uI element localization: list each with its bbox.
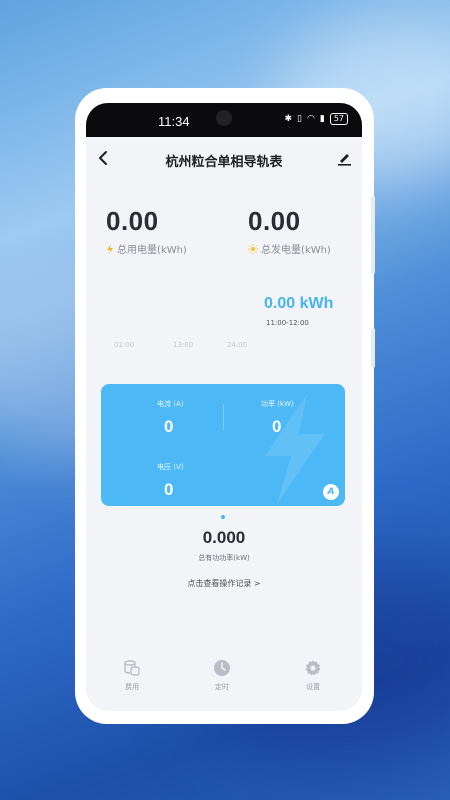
coins-icon [124,660,140,676]
chart-tick-label: 01:00 [114,341,135,349]
total-used-stat: 0.00 总用电量(kWh) [106,206,187,256]
total-used-label: 总用电量(kWh) [117,245,187,256]
power-label: 功率 (kW) [261,400,294,408]
chart-tick-label: 24:00 [227,341,248,349]
total-generated-stat: 0.00 总发电量(kWh) [248,206,331,256]
volume-button [371,196,375,274]
card-divider [223,404,224,430]
power-button [371,328,375,368]
current-value: 0 [164,417,174,436]
chart-selected-value: 0.00 kWh [264,295,334,312]
wifi-icon: ◠ [307,114,315,124]
bolt-icon [107,243,113,254]
page-title: 杭州粒合单相导轨表 [165,155,283,170]
tab-label: 费用 [125,683,139,691]
active-power-label: 总有功功率(kW) [198,554,250,562]
chart-tick-label: 13:00 [173,341,194,349]
tab-cost[interactable]: 费用 [102,659,162,692]
bottom-tab-bar: 费用 定时 设置 [86,651,362,711]
edit-icon[interactable] [336,149,352,167]
total-used-value: 0.00 [106,206,159,236]
total-generated-value: 0.00 [248,206,301,236]
battery-indicator: 57 [329,113,348,125]
camera-cutout [216,110,232,126]
tab-label: 设置 [306,683,320,691]
voltage-value: 0 [164,480,174,499]
vibrate-icon: ▯ [297,114,302,124]
auto-badge[interactable]: A [323,484,339,500]
sun-icon [248,243,258,254]
status-time: 11:34 [158,114,190,129]
card-bolt-watermark-icon [265,394,325,504]
power-value: 0 [272,417,282,436]
operation-record-link[interactable]: 点击查看操作记录 > [86,578,362,589]
tab-label: 定时 [215,683,229,691]
realtime-card[interactable]: 电流 (A) 0 功率 (kW) 0 电压 (V) 0 A [101,384,345,506]
gear-icon [305,660,321,676]
chart-selected-time: 11:00-12:00 [266,319,309,327]
tab-timer[interactable]: 定时 [192,659,252,692]
status-bar: 11:34 ✱ ▯ ◠ ▮ 57 [86,103,362,137]
status-icons: ✱ ▯ ◠ ▮ 57 [284,113,348,125]
signal-icon: ▮ [319,114,325,124]
voltage-label: 电压 (V) [157,463,184,471]
clock-icon [214,660,230,676]
tab-settings[interactable]: 设置 [283,659,343,692]
active-power-value: 0.000 [202,528,246,547]
page-indicator-dot [221,515,225,519]
current-label: 电流 (A) [157,400,184,408]
app-header: 杭州粒合单相导轨表 [86,137,362,181]
total-generated-label: 总发电量(kWh) [261,245,331,256]
app-screen: 11:34 ✱ ▯ ◠ ▮ 57 杭州粒合单相导轨表 0.00 总用电量(kWh… [86,103,362,711]
bluetooth-icon: ✱ [284,114,293,124]
